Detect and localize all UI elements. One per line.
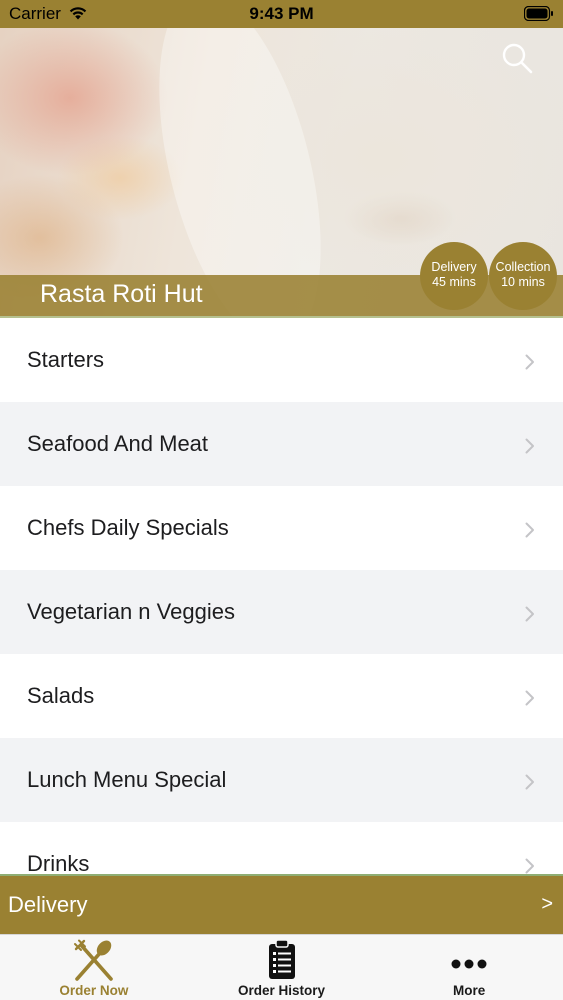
chevron-right-icon: [525, 774, 534, 790]
tab-more-label: More: [453, 983, 486, 998]
menu-category-label: Seafood And Meat: [27, 431, 209, 456]
tab-order-history-label: Order History: [237, 983, 326, 998]
delivery-badge-label: Delivery: [431, 260, 477, 274]
menu-category-label: Chefs Daily Specials: [27, 515, 229, 540]
search-icon: [502, 43, 533, 74]
chevron-right-icon: [525, 690, 534, 706]
status-bar: Carrier 9:43 PM: [0, 0, 563, 28]
delivery-mode-arrow: >: [541, 893, 553, 915]
delivery-badge-time: 45 mins: [432, 275, 476, 289]
chevron-right-icon: [525, 858, 534, 874]
bottom-tab-bar: Order Now Order History More: [0, 934, 563, 1000]
search-button[interactable]: [501, 42, 535, 76]
chevron-right-icon: [525, 438, 534, 454]
menu-category-lunch-menu-special[interactable]: Lunch Menu Special: [0, 738, 563, 822]
menu-category-list: Starters Seafood And Meat Chefs Daily Sp…: [0, 318, 563, 874]
chevron-right-icon: [525, 354, 534, 370]
delivery-mode-label: Delivery: [8, 892, 88, 917]
collection-badge-time: 10 mins: [501, 275, 545, 289]
menu-category-label: Drinks: [27, 851, 90, 874]
collection-badge-label: Collection: [495, 260, 551, 274]
menu-category-label: Starters: [27, 347, 105, 372]
tab-order-history[interactable]: Order History: [188, 935, 376, 1000]
menu-category-label: Lunch Menu Special: [27, 767, 227, 792]
clipboard-list-icon: [267, 939, 297, 986]
collection-time-badge: Collection 10 mins: [489, 242, 557, 310]
tab-order-now-label: Order Now: [59, 983, 129, 998]
menu-category-salads[interactable]: Salads: [0, 654, 563, 738]
menu-category-vegetarian-n-veggies[interactable]: Vegetarian n Veggies: [0, 570, 563, 654]
delivery-time-badge: Delivery 45 mins: [420, 242, 488, 310]
delivery-mode-button[interactable]: Delivery >: [0, 874, 563, 934]
tab-more[interactable]: More: [375, 935, 563, 1000]
clock-time: 9:43 PM: [249, 4, 314, 23]
menu-category-drinks[interactable]: Drinks: [0, 822, 563, 874]
chevron-right-icon: [525, 606, 534, 622]
menu-category-starters[interactable]: Starters: [0, 318, 563, 402]
chevron-right-icon: [525, 522, 534, 538]
more-dots-icon: [449, 939, 489, 988]
tab-order-now[interactable]: Order Now: [0, 935, 188, 1000]
fork-spoon-icon: [71, 939, 117, 988]
menu-category-chefs-daily-specials[interactable]: Chefs Daily Specials: [0, 486, 563, 570]
menu-category-label: Salads: [27, 683, 95, 708]
restaurant-name: Rasta Roti Hut: [40, 280, 203, 308]
menu-category-label: Vegetarian n Veggies: [27, 599, 235, 624]
battery-icon: [523, 5, 554, 26]
menu-category-seafood-and-meat[interactable]: Seafood And Meat: [0, 402, 563, 486]
